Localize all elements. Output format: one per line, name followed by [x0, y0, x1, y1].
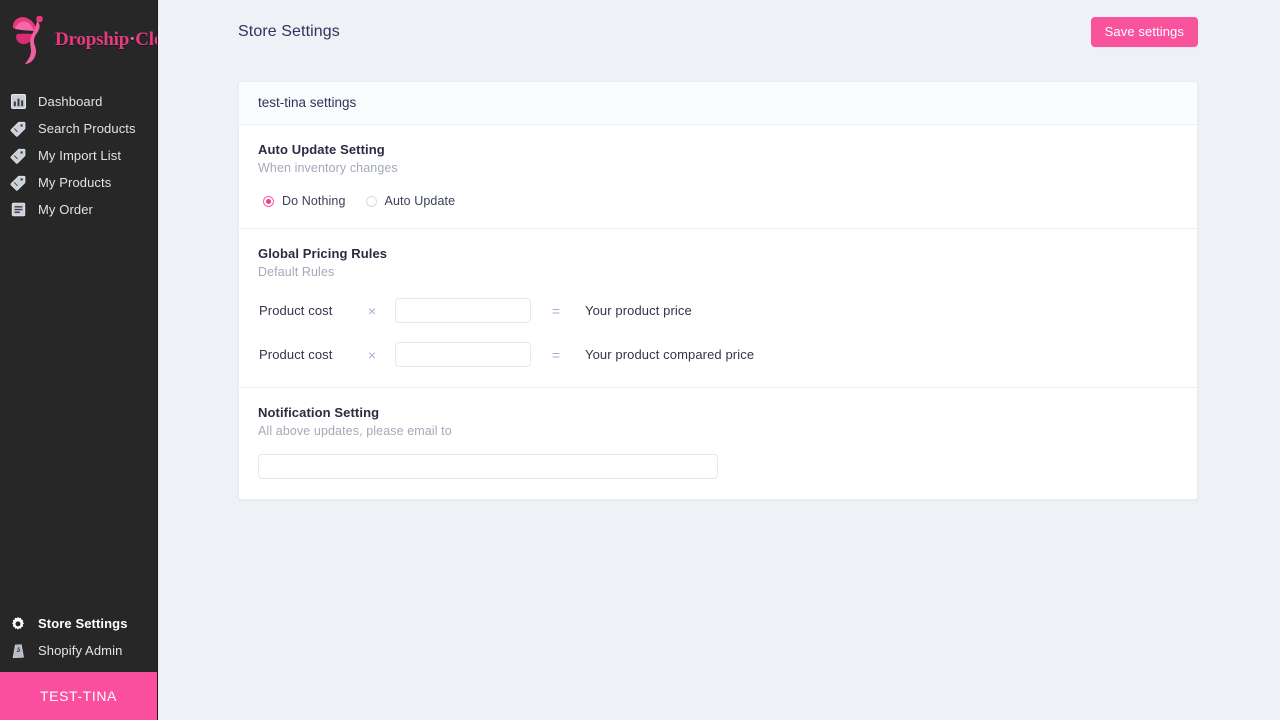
pricing-rule-row: Product cost × = Your product compared p…	[258, 342, 1178, 367]
pricing-rule-result: Your product price	[585, 303, 692, 318]
sidebar-item-my-import-list[interactable]: My Import List	[0, 142, 157, 169]
pricing-rule-label: Product cost	[259, 303, 349, 318]
app-root: Dropship·Clothes Dashboard	[0, 0, 1280, 720]
store-name-footer[interactable]: TEST-TINA	[0, 672, 157, 720]
section-title: Notification Setting	[258, 405, 1178, 420]
auto-update-radio-group: Do Nothing Auto Update	[258, 194, 1178, 208]
equals-icon: =	[531, 303, 581, 319]
brand-text-main: Dropship	[55, 29, 129, 50]
sidebar-item-store-settings[interactable]: Store Settings	[0, 610, 157, 637]
brand-title: Dropship·Clothes	[55, 30, 157, 49]
multiply-icon: ×	[349, 347, 395, 363]
sidebar-item-search-products[interactable]: Search Products	[0, 115, 157, 142]
sidebar-item-label: Shopify Admin	[38, 643, 122, 658]
sidebar-item-label: My Order	[38, 202, 93, 217]
sidebar-nav-primary: Dashboard Search Products	[0, 88, 157, 223]
settings-card: test-tina settings Auto Update Setting W…	[238, 81, 1198, 500]
radio-indicator-icon	[263, 196, 274, 207]
product-price-multiplier-input[interactable]	[395, 298, 531, 323]
multiply-icon: ×	[349, 303, 395, 319]
tag-icon	[6, 146, 30, 166]
pricing-rule-label: Product cost	[259, 347, 349, 362]
topbar: Store Settings Save settings	[158, 0, 1280, 63]
sidebar-item-label: Dashboard	[38, 94, 103, 109]
radio-auto-update[interactable]: Auto Update	[366, 194, 456, 208]
tag-icon	[6, 119, 30, 139]
sidebar-item-label: Store Settings	[38, 616, 128, 631]
radio-indicator-icon	[366, 196, 377, 207]
main-content: Store Settings Save settings test-tina s…	[158, 0, 1280, 720]
sidebar-nav-secondary: Store Settings Shopify Admin	[0, 610, 157, 672]
section-auto-update: Auto Update Setting When inventory chang…	[239, 125, 1197, 229]
sidebar-item-my-order[interactable]: My Order	[0, 196, 157, 223]
radio-do-nothing[interactable]: Do Nothing	[263, 194, 346, 208]
radio-label: Auto Update	[385, 194, 456, 208]
sidebar-item-label: My Import List	[38, 148, 121, 163]
sidebar-item-my-products[interactable]: My Products	[0, 169, 157, 196]
content-area: test-tina settings Auto Update Setting W…	[158, 63, 1280, 500]
fairy-logo-icon	[10, 11, 54, 67]
settings-card-header: test-tina settings	[239, 82, 1197, 125]
section-subtitle: When inventory changes	[258, 161, 1178, 175]
sidebar-item-label: My Products	[38, 175, 111, 190]
store-name-label: TEST-TINA	[40, 688, 117, 704]
equals-icon: =	[531, 347, 581, 363]
notification-email-input[interactable]	[258, 454, 718, 479]
section-global-pricing-rules: Global Pricing Rules Default Rules Produ…	[239, 229, 1197, 388]
bar-chart-icon	[6, 92, 30, 112]
gear-icon	[6, 614, 30, 634]
sidebar-item-dashboard[interactable]: Dashboard	[0, 88, 157, 115]
section-title: Auto Update Setting	[258, 142, 1178, 157]
pricing-rule-row: Product cost × = Your product price	[258, 298, 1178, 323]
sidebar-item-shopify-admin[interactable]: Shopify Admin	[0, 637, 157, 664]
brand-text-second: Clothes	[135, 29, 157, 50]
shopify-bag-icon	[6, 641, 30, 661]
save-settings-button[interactable]: Save settings	[1091, 17, 1198, 47]
sidebar-item-label: Search Products	[38, 121, 136, 136]
section-title: Global Pricing Rules	[258, 246, 1178, 261]
tag-icon	[6, 173, 30, 193]
sidebar: Dropship·Clothes Dashboard	[0, 0, 158, 720]
compared-price-multiplier-input[interactable]	[395, 342, 531, 367]
section-notification: Notification Setting All above updates, …	[239, 388, 1197, 499]
section-subtitle: Default Rules	[258, 265, 1178, 279]
section-subtitle: All above updates, please email to	[258, 424, 1178, 438]
list-icon	[6, 200, 30, 220]
page-title: Store Settings	[238, 23, 340, 41]
radio-label: Do Nothing	[282, 194, 346, 208]
brand-logo[interactable]: Dropship·Clothes	[0, 0, 157, 78]
pricing-rule-result: Your product compared price	[585, 347, 754, 362]
